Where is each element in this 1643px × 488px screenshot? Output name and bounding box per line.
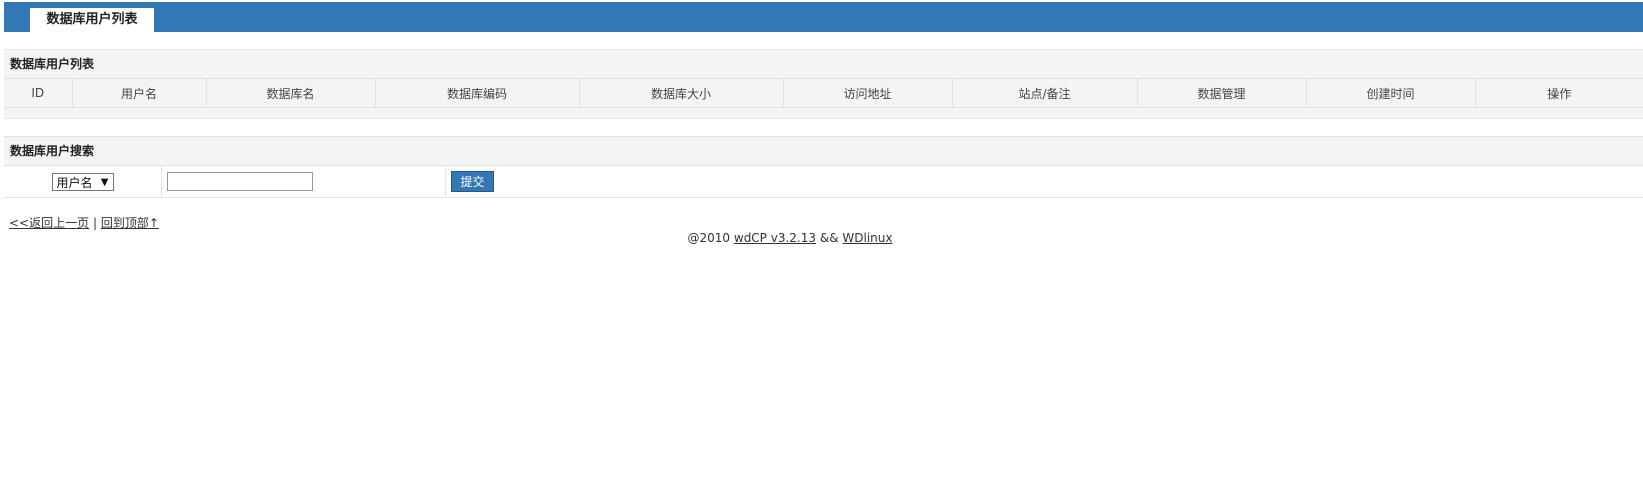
col-header-db-size: 数据库大小 [579,79,784,108]
table-empty-row [4,108,1643,119]
search-panel-title: 数据库用户搜索 [4,137,1643,166]
nav-separator: | [92,216,97,230]
list-panel-title: 数据库用户列表 [4,50,1643,79]
search-field-cell: 用户名 ▼ [4,166,162,197]
col-header-db-encoding: 数据库编码 [375,79,580,108]
search-submit-cell: 提交 [446,166,1643,197]
db-user-list-panel: 数据库用户列表 ID 用户名 数据库名 数据库编码 数据库大小 访问地址 站点/… [4,49,1643,119]
col-header-db-name: 数据库名 [206,79,376,108]
footer-copyright: @2010 [687,231,731,245]
table-header-row: ID 用户名 数据库名 数据库编码 数据库大小 访问地址 站点/备注 数据管理 … [4,79,1643,108]
footer: @2010 wdCP v3.2.13 && WDlinux [0,231,1580,245]
footer-product-link[interactable]: wdCP v3.2.13 [734,231,816,245]
col-header-site-note: 站点/备注 [952,79,1138,108]
back-link[interactable]: <<返回上一页 [9,216,89,230]
back-to-top-link[interactable]: 回到顶部↑ [101,216,159,230]
submit-button[interactable]: 提交 [451,171,494,192]
page-nav-links: <<返回上一页 | 回到顶部↑ [9,214,159,231]
footer-and-text: && [819,231,839,245]
search-form-row: 用户名 ▼ 提交 [4,166,1643,198]
col-header-actions: 操作 [1475,79,1643,108]
col-header-username: 用户名 [72,79,207,108]
tab-db-user-list[interactable]: 数据库用户列表 [30,8,154,32]
search-field-select[interactable]: 用户名 ▼ [51,172,114,191]
col-header-data-manage: 数据管理 [1137,79,1307,108]
dropdown-arrow-icon: ▼ [100,176,109,188]
db-user-table: ID 用户名 数据库名 数据库编码 数据库大小 访问地址 站点/备注 数据管理 … [4,79,1643,108]
search-field-selected-value: 用户名 [56,175,93,190]
search-input[interactable] [167,172,313,191]
top-nav-bar: 数据库用户列表 [4,2,1643,32]
col-header-id: ID [4,79,73,108]
search-input-cell [162,166,446,197]
footer-vendor-link[interactable]: WDlinux [842,231,892,245]
col-header-access-address: 访问地址 [783,79,953,108]
db-user-search-panel: 数据库用户搜索 用户名 ▼ 提交 [4,136,1643,198]
col-header-created-time: 创建时间 [1306,79,1476,108]
